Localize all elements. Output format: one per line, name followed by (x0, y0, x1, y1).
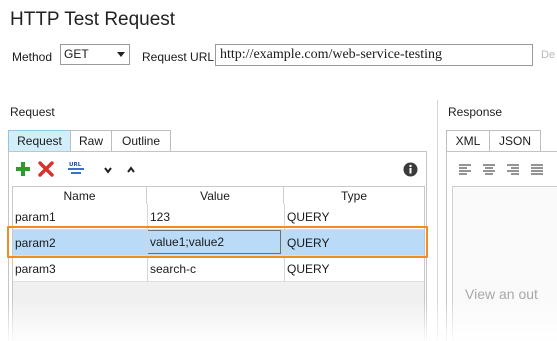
response-placeholder-text: View an out (465, 286, 538, 302)
tab-outline[interactable]: Outline (111, 130, 171, 152)
request-url-input[interactable]: http://example.com/web-service-testing (215, 44, 533, 66)
url-encode-icon[interactable]: URL (67, 160, 85, 176)
chevron-up-icon[interactable] (126, 164, 136, 174)
response-content-area[interactable] (452, 186, 557, 341)
align-left-icon[interactable] (459, 164, 471, 175)
info-icon[interactable] (403, 162, 418, 177)
cell-value: search-c (150, 262, 197, 276)
table-row[interactable]: param3 search-c QUERY (13, 256, 424, 282)
tab-request[interactable]: Request (8, 130, 71, 152)
cell-type: QUERY (287, 262, 330, 276)
svg-text:URL: URL (69, 162, 82, 168)
method-value: GET (64, 47, 89, 61)
method-select[interactable]: GET (60, 44, 130, 65)
x-icon[interactable] (38, 161, 54, 177)
dropdown-arrow-icon (117, 52, 125, 57)
align-center-icon[interactable] (483, 164, 495, 175)
request-section-label: Request (10, 105, 55, 119)
request-url-label: Request URL: (142, 50, 218, 64)
response-section-label: Response (448, 105, 503, 119)
tab-json[interactable]: JSON (489, 130, 541, 152)
plus-icon[interactable] (15, 161, 31, 177)
page-title: HTTP Test Request (10, 9, 176, 30)
tab-raw[interactable]: Raw (70, 130, 112, 152)
method-label: Method (12, 50, 53, 64)
cutoff-label: De (541, 49, 556, 61)
chevron-down-icon[interactable] (103, 164, 113, 174)
cell-name: param3 (15, 262, 56, 276)
panel-divider[interactable] (437, 100, 438, 341)
justify-icon[interactable] (531, 164, 543, 175)
align-right-icon[interactable] (507, 164, 519, 175)
tab-xml[interactable]: XML (446, 130, 490, 152)
selected-row-highlight (7, 226, 428, 258)
